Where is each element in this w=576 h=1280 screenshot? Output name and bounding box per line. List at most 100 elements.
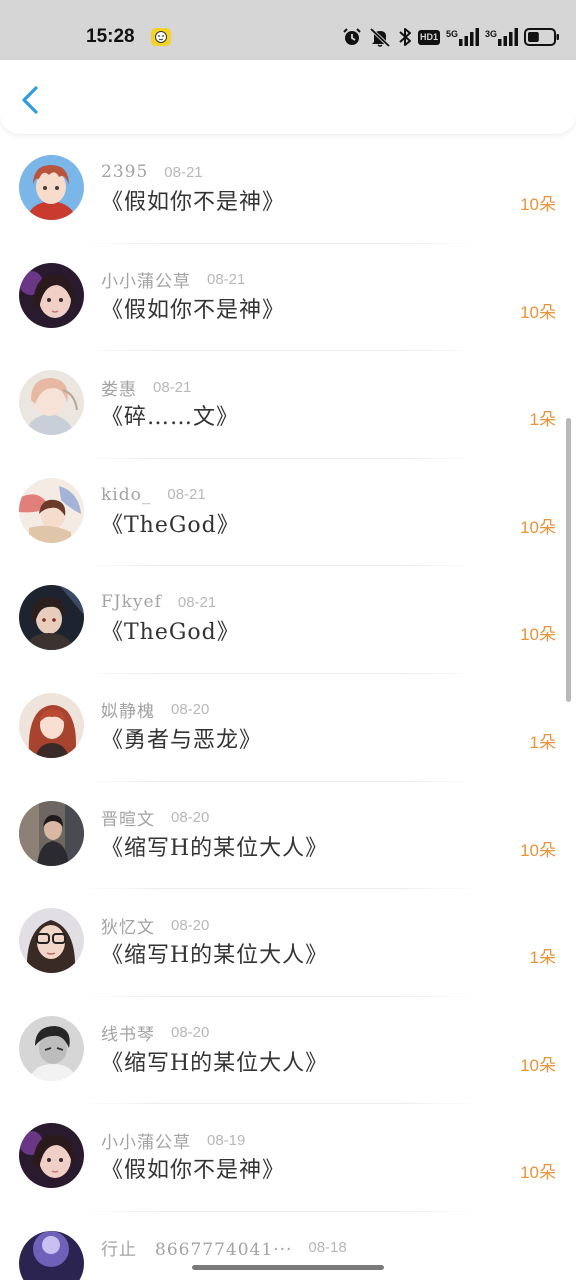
flower-count: 1朵	[529, 732, 556, 752]
sender-name[interactable]: 2395	[101, 162, 148, 182]
flower-count: 10朵	[520, 302, 556, 322]
book-title[interactable]: 《缩写H的某位大人》	[101, 833, 328, 865]
send-date: 08-20	[171, 916, 210, 934]
row-divider	[80, 780, 480, 782]
signal-3g-icon: 3G	[485, 28, 518, 46]
send-date: 08-18	[308, 1239, 347, 1257]
row-meta: 2395 08-21	[101, 160, 203, 184]
list-item[interactable]: 线书琴 08-20 《缩写H的某位大人》 10朵	[0, 995, 576, 1104]
flower-count: 10朵	[520, 517, 556, 537]
send-date: 08-21	[177, 593, 217, 611]
row-divider	[80, 457, 480, 459]
avatar-anime-redhair[interactable]	[19, 692, 84, 758]
home-indicator[interactable]	[192, 1265, 384, 1270]
avatar-anime-boy[interactable]	[19, 155, 84, 220]
list-item[interactable]: kido_ 08-21 《TheGod》 10朵	[0, 457, 576, 566]
row-divider	[80, 242, 480, 244]
row-meta: 小小蒲公草 08-21	[101, 268, 245, 292]
list-item[interactable]: 小小蒲公草 08-21 《假如你不是神》 10朵	[0, 242, 576, 351]
row-divider	[80, 672, 480, 674]
sender-name[interactable]: 线书琴	[101, 1020, 155, 1045]
row-divider	[80, 350, 480, 352]
scrollbar-thumb[interactable]	[566, 418, 571, 702]
book-title[interactable]: 《碎……文》	[101, 402, 239, 434]
sender-name[interactable]: 行止 8667774041···	[101, 1235, 292, 1260]
row-divider	[80, 1103, 480, 1105]
book-title[interactable]: 《假如你不是神》	[101, 187, 285, 219]
row-meta: kido_ 08-21	[101, 483, 206, 507]
list-item[interactable]: FJkyef 08-21 《TheGod》 10朵	[0, 565, 576, 673]
list-item[interactable]: 姒静槐 08-20 《勇者与恶龙》 1朵	[0, 672, 576, 781]
avatar-photo-boy[interactable]	[19, 800, 84, 866]
nav-header	[0, 60, 576, 134]
back-button[interactable]	[14, 80, 48, 120]
list-item[interactable]: 晋暄文 08-20 《缩写H的某位大人》 10朵	[0, 780, 576, 889]
flower-count: 10朵	[520, 840, 556, 860]
signal-5g-icon: 5G	[446, 28, 479, 46]
row-divider	[80, 565, 480, 567]
sender-name[interactable]: 狄忆文	[101, 913, 155, 938]
list-item[interactable]: 小小蒲公草 08-19 《假如你不是神》 10朵	[0, 1103, 576, 1211]
send-date: 08-19	[207, 1131, 246, 1149]
book-title[interactable]: 《假如你不是神》	[101, 295, 285, 327]
row-meta: 小小蒲公草 08-19	[101, 1128, 246, 1153]
status-time: 15:28	[86, 26, 135, 47]
sender-name[interactable]: 小小蒲公草	[101, 1128, 191, 1153]
send-date: 08-20	[171, 809, 210, 827]
send-date: 08-21	[164, 163, 203, 181]
mute-icon	[369, 27, 391, 47]
sender-name[interactable]: FJkyef	[101, 592, 162, 612]
avatar-anime-sketch[interactable]	[19, 370, 84, 436]
avatar-anime-colorful[interactable]	[19, 477, 84, 543]
flower-count: 10朵	[520, 1163, 556, 1183]
flower-count: 10朵	[520, 625, 556, 645]
avatar-anime-dark[interactable]	[19, 585, 84, 651]
send-date: 08-21	[167, 486, 206, 504]
avatar-girl-purple[interactable]	[19, 1123, 84, 1189]
send-date: 08-21	[207, 271, 246, 289]
row-meta: 狄忆文 08-20	[101, 913, 210, 938]
flower-count: 1朵	[529, 948, 556, 968]
avatar-girl-purple[interactable]	[19, 262, 84, 328]
send-date: 08-20	[171, 1024, 210, 1042]
book-title[interactable]: 《缩写H的某位大人》	[101, 940, 328, 972]
row-meta: 线书琴 08-20	[101, 1021, 209, 1045]
book-title[interactable]: 《TheGod》	[101, 617, 240, 649]
avatar-purple-glow[interactable]	[19, 1230, 84, 1280]
sender-name[interactable]: 小小蒲公草	[101, 267, 191, 292]
row-divider	[80, 888, 480, 890]
flower-count: 10朵	[520, 195, 556, 214]
gift-record-list[interactable]: 2395 08-21 《假如你不是神》 10朵 小小蒲公草 08-21 《假如你…	[0, 135, 576, 1280]
avatar-photo-glasses[interactable]	[19, 908, 84, 974]
alarm-icon	[343, 28, 361, 45]
book-title[interactable]: 《TheGod》	[101, 510, 240, 542]
row-meta: 姒静槐 08-20	[101, 698, 209, 722]
row-meta: 娄惠 08-21	[101, 375, 192, 400]
row-meta: FJkyef 08-21	[101, 590, 216, 614]
bluetooth-icon	[399, 28, 411, 46]
row-divider	[80, 1210, 480, 1212]
row-meta: 行止 8667774041··· 08-18	[101, 1236, 347, 1260]
avatar-photo-bw[interactable]	[19, 1015, 84, 1081]
sender-name[interactable]: 娄惠	[101, 375, 137, 400]
book-title[interactable]: 《假如你不是神》	[101, 1155, 285, 1187]
sim2-label: 3G	[484, 29, 497, 39]
list-item[interactable]: 2395 08-21 《假如你不是神》 10朵	[0, 135, 576, 243]
status-bar: 15:28 HD1 5G 3G	[0, 0, 576, 60]
sender-name[interactable]: 姒静槐	[101, 697, 155, 722]
row-divider	[80, 995, 480, 997]
book-title[interactable]: 《勇者与恶龙》	[101, 725, 262, 757]
battery-icon	[524, 28, 559, 46]
flower-count: 10朵	[520, 1055, 556, 1075]
list-item[interactable]: 狄忆文 08-20 《缩写H的某位大人》 1朵	[0, 888, 576, 996]
sender-name[interactable]: 晋暄文	[101, 805, 155, 830]
row-meta: 晋暄文 08-20	[101, 806, 209, 830]
send-date: 08-21	[153, 378, 192, 396]
send-date: 08-20	[171, 701, 210, 719]
messenger-app-icon	[151, 28, 171, 46]
sim1-label: 5G	[445, 29, 458, 39]
book-title[interactable]: 《缩写H的某位大人》	[101, 1048, 328, 1080]
list-item[interactable]: 娄惠 08-21 《碎……文》 1朵	[0, 350, 576, 458]
sender-name[interactable]: kido_	[101, 485, 151, 505]
status-icons: HD1 5G 3G	[342, 26, 560, 48]
